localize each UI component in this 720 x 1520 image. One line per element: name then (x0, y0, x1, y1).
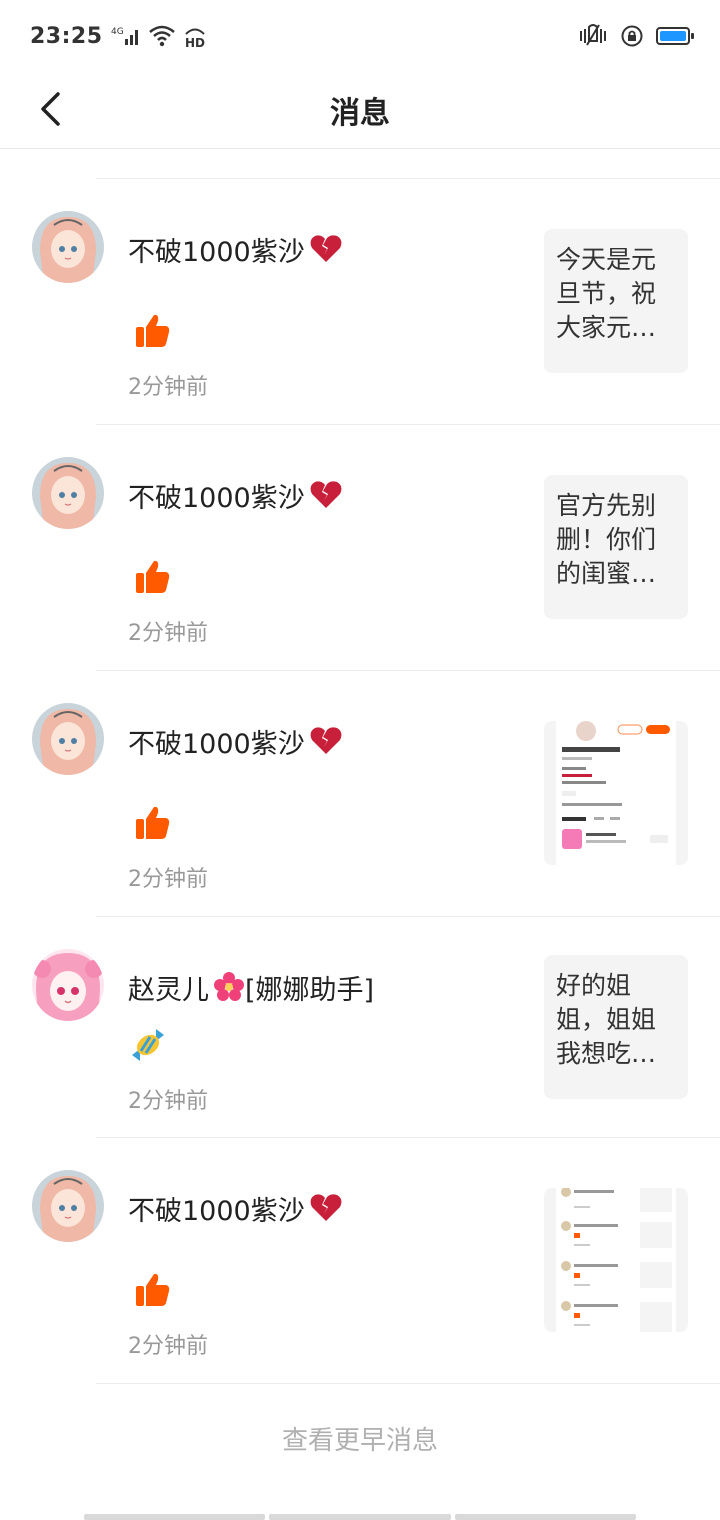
message-item[interactable]: 赵灵儿 [娜娜助手] 2分钟前 好的姐姐，姐姐我想吃… (0, 917, 720, 1138)
nav-bar: 消息 (0, 72, 720, 149)
thumbs-up-icon (132, 1270, 172, 1310)
sender-name-row[interactable]: 不破1000紫沙 (128, 475, 343, 515)
status-time: 23:25 (30, 23, 103, 49)
sender-name-row[interactable]: 赵灵儿 [娜娜助手] (128, 967, 374, 1007)
hibiscus-emoji (213, 972, 245, 1002)
svg-text:HD: HD (185, 36, 205, 48)
post-screenshot-thumbnail[interactable] (544, 1188, 688, 1332)
sender-name: 不破1000紫沙 (128, 482, 305, 514)
avatar[interactable] (32, 211, 104, 283)
load-earlier-messages-button[interactable]: 查看更早消息 (0, 1420, 720, 1457)
sender-name-row[interactable]: 不破1000紫沙 (128, 229, 343, 269)
sender-tag: [娜娜助手] (245, 974, 375, 1006)
thumbs-up-icon (132, 311, 172, 351)
sender-name: 不破1000紫沙 (128, 728, 305, 760)
post-preview[interactable]: 官方先别删！你们的闺蜜… (544, 475, 688, 619)
rotation-lock-icon (620, 24, 644, 48)
message-item[interactable]: 不破1000紫沙 2分钟前 今天是元旦节，祝大家元… (0, 179, 720, 425)
message-time: 2分钟前 (128, 867, 208, 892)
list-item-partial (96, 148, 720, 179)
battery-icon (656, 27, 694, 45)
cellular-signal-icon: 4G (111, 25, 141, 47)
chevron-left-icon (41, 92, 60, 126)
avatar[interactable] (32, 949, 104, 1021)
thumbs-up-icon (132, 557, 172, 597)
broken-heart-emoji (309, 480, 343, 510)
broken-heart-emoji (309, 234, 343, 264)
status-bar: 23:25 4G HD (0, 0, 720, 72)
avatar[interactable] (32, 457, 104, 529)
post-preview[interactable]: 今天是元旦节，祝大家元… (544, 229, 688, 373)
sender-name: 赵灵儿 (128, 974, 209, 1006)
hd-icon: HD (183, 24, 207, 48)
message-time: 2分钟前 (128, 1334, 208, 1359)
post-screenshot-thumbnail[interactable] (544, 721, 688, 865)
sender-name: 不破1000紫沙 (128, 236, 305, 268)
avatar[interactable] (32, 1170, 104, 1242)
message-time: 2分钟前 (128, 1089, 208, 1114)
sender-name: 不破1000紫沙 (128, 1195, 305, 1227)
post-preview[interactable]: 好的姐姐，姐姐我想吃… (544, 955, 688, 1099)
bottom-tab-bar-partial (84, 1514, 636, 1520)
wifi-icon (148, 25, 175, 47)
vibrate-icon (578, 23, 608, 49)
back-button[interactable] (30, 84, 70, 134)
thumbs-up-icon (132, 803, 172, 843)
avatar[interactable] (32, 703, 104, 775)
message-item[interactable]: 不破1000紫沙 2分钟前 (0, 1138, 720, 1384)
broken-heart-emoji (309, 1193, 343, 1223)
broken-heart-emoji (309, 726, 343, 756)
message-item[interactable]: 不破1000紫沙 2分钟前 (0, 671, 720, 917)
message-list[interactable]: 不破1000紫沙 2分钟前 今天是元旦节，祝大家元… 不破1000紫沙 2分钟前… (0, 148, 720, 1384)
candy-icon (128, 1025, 168, 1065)
page-title: 消息 (330, 96, 390, 131)
svg-text:4G: 4G (111, 27, 124, 37)
sender-name-row[interactable]: 不破1000紫沙 (128, 721, 343, 761)
sender-name-row[interactable]: 不破1000紫沙 (128, 1188, 343, 1228)
message-time: 2分钟前 (128, 375, 208, 400)
message-item[interactable]: 不破1000紫沙 2分钟前 官方先别删！你们的闺蜜… (0, 425, 720, 671)
message-time: 2分钟前 (128, 621, 208, 646)
